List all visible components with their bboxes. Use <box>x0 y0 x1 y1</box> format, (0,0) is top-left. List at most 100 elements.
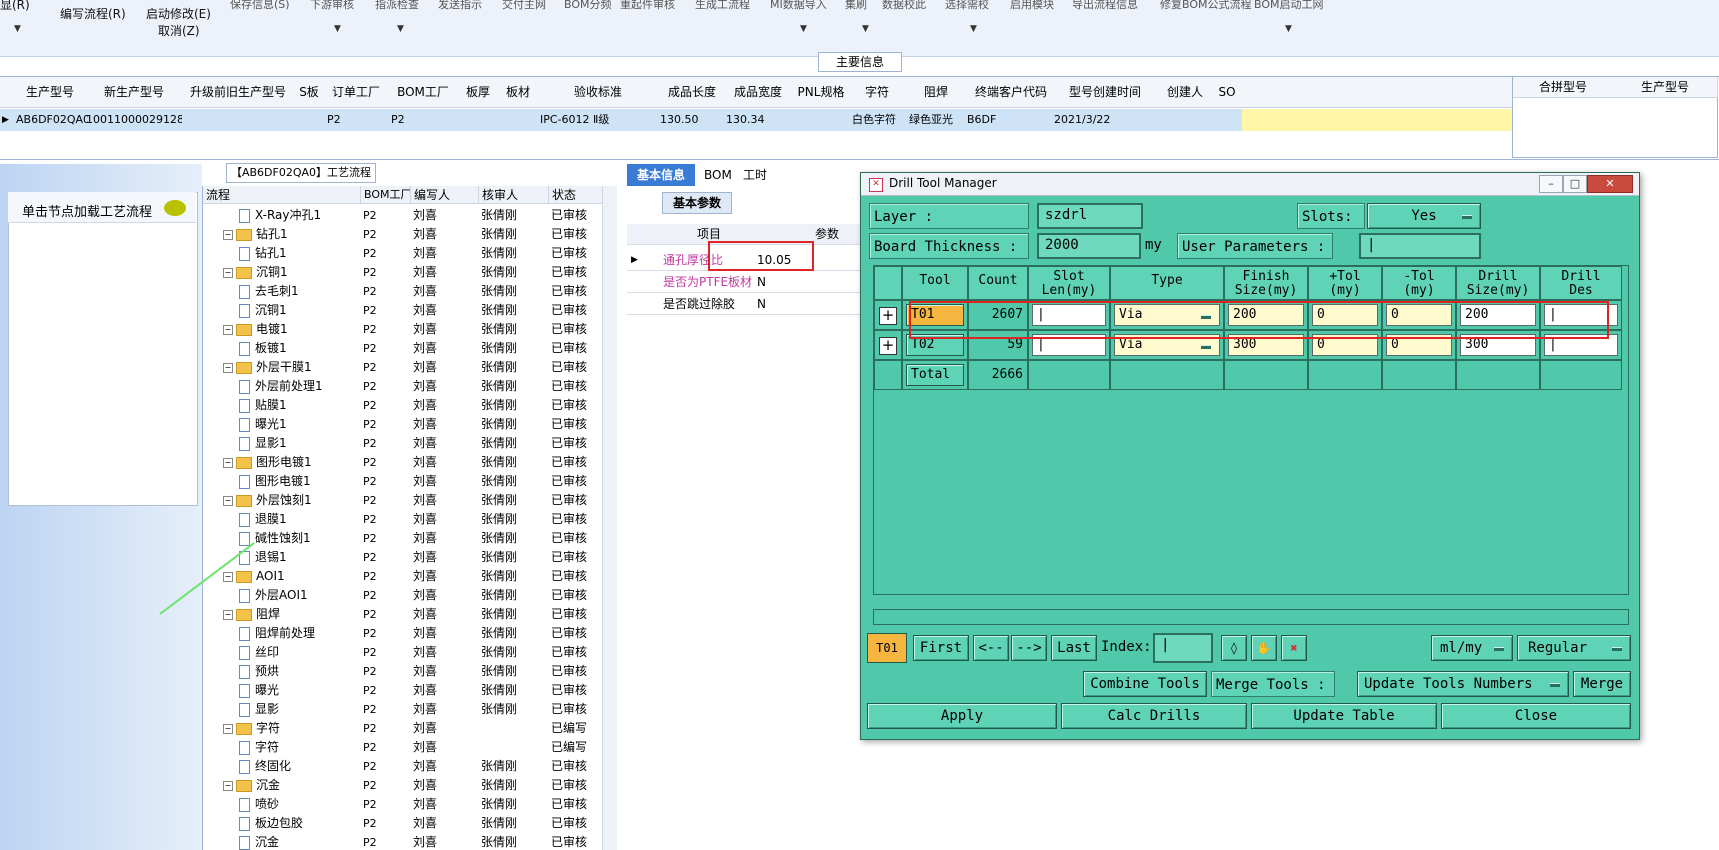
bulb-icon[interactable]: ◊ <box>1221 635 1247 661</box>
tree-row[interactable]: − 沉铜1 P2 刘喜 张倩刚 已审核 <box>203 263 603 282</box>
menu-downstream-review[interactable]: 下游审核 <box>310 0 354 12</box>
menu-send-instruction[interactable]: 发送指示 <box>438 0 482 12</box>
column-header[interactable]: 订单工厂 <box>324 77 389 108</box>
tree-node[interactable]: 去毛刺1 <box>239 282 357 301</box>
tree-node[interactable]: 喷砂 <box>239 795 357 814</box>
cancel-button[interactable]: 取消(Z) <box>158 22 200 39</box>
table-cell[interactable]: AB6DF02QA0 <box>16 109 88 131</box>
tree-node[interactable]: − 阻焊 <box>223 605 357 624</box>
collapse-icon[interactable]: − <box>223 324 233 335</box>
tree-node[interactable]: 钻孔1 <box>239 244 357 263</box>
column-header[interactable]: BOM工厂 <box>388 77 459 108</box>
column-header[interactable]: 生产型号 <box>14 77 87 108</box>
tree-node[interactable]: − 沉铜1 <box>223 263 357 282</box>
tree-row[interactable]: 外层AOI1 P2 刘喜 张倩刚 已审核 <box>203 586 603 605</box>
first-button[interactable]: First <box>913 635 969 661</box>
tree-node[interactable]: − AOI1 <box>223 567 357 586</box>
collapse-icon[interactable]: − <box>223 723 233 734</box>
subtab-basic-params[interactable]: 基本参数 <box>662 192 732 214</box>
tree-row[interactable]: − 字符 P2 刘喜 已编写 <box>203 719 603 738</box>
tree-row[interactable]: 丝印 P2 刘喜 张倩刚 已审核 <box>203 643 603 662</box>
column-header[interactable]: 状态 <box>549 186 605 204</box>
tree-node[interactable]: 显影1 <box>239 434 357 453</box>
tree-node[interactable]: 终固化 <box>239 757 357 776</box>
update-table-button[interactable]: Update Table <box>1251 703 1437 729</box>
tree-node[interactable]: 板镀1 <box>239 339 357 358</box>
close-button[interactable]: Close <box>1441 703 1631 729</box>
column-header[interactable]: 字符 <box>852 77 903 108</box>
tree-node[interactable]: − 钻孔1 <box>223 225 357 244</box>
tree-row[interactable]: 去毛刺1 P2 刘喜 张倩刚 已审核 <box>203 282 603 301</box>
tree-node[interactable]: 板边包胶 <box>239 814 357 833</box>
slots-option[interactable]: Yes <box>1367 203 1481 229</box>
tree-node[interactable]: − 外层干膜1 <box>223 358 357 377</box>
mode-option[interactable]: Regular <box>1517 635 1631 661</box>
column-header[interactable]: 编写人 <box>411 186 479 204</box>
tree-node[interactable]: 阻焊前处理 <box>239 624 357 643</box>
column-header[interactable]: 板厚 <box>458 77 499 108</box>
tree-row[interactable]: 板边包胶 P2 刘喜 张倩刚 已审核 <box>203 814 603 833</box>
column-header[interactable]: PNL规格 <box>790 77 853 108</box>
units-option[interactable]: ml/my <box>1431 635 1513 661</box>
column-header[interactable]: 终端客户代码 <box>970 77 1053 108</box>
user-parameters-field[interactable]: | <box>1359 233 1481 259</box>
column-header[interactable]: 成品长度 <box>658 77 727 108</box>
tree-node[interactable]: − 电镀1 <box>223 320 357 339</box>
tree-row[interactable]: 预烘 P2 刘喜 张倩刚 已审核 <box>203 662 603 681</box>
edit-flow-button[interactable]: 编写流程(R) <box>60 5 126 22</box>
tree-row[interactable]: 碱性蚀刻1 P2 刘喜 张倩刚 已审核 <box>203 529 603 548</box>
table-cell[interactable]: P2 <box>391 109 451 131</box>
tree-node[interactable]: − 外层蚀刻1 <box>223 491 357 510</box>
index-field[interactable]: | <box>1153 633 1213 663</box>
tree-node[interactable]: − 图形电镀1 <box>223 453 357 472</box>
tree-node[interactable]: 沉金 <box>239 833 357 850</box>
tree-row[interactable]: 贴膜1 P2 刘喜 张倩刚 已审核 <box>203 396 603 415</box>
tree-node[interactable]: 退锡1 <box>239 548 357 567</box>
table-cell[interactable]: 2021/3/22 <box>1054 109 1154 131</box>
chevron-down-icon[interactable]: ▼ <box>862 24 869 34</box>
column-header[interactable]: 合拼型号 <box>1513 77 1614 98</box>
plus-icon[interactable]: + <box>879 337 897 355</box>
tree-node[interactable]: 字符 <box>239 738 357 757</box>
chevron-down-icon[interactable]: ▼ <box>14 24 21 34</box>
chevron-down-icon[interactable]: ▼ <box>397 24 404 34</box>
chevron-down-icon[interactable]: ▼ <box>970 24 977 34</box>
close-icon[interactable]: ✕ <box>1587 175 1633 193</box>
tree-row[interactable]: − 阻焊 P2 刘喜 张倩刚 已审核 <box>203 605 603 624</box>
merge-button[interactable]: Merge <box>1573 671 1631 697</box>
tree-row[interactable]: − 外层蚀刻1 P2 刘喜 张倩刚 已审核 <box>203 491 603 510</box>
start-modify-button[interactable]: 启动修改(E) <box>146 5 211 22</box>
tree-row[interactable]: 曝光 P2 刘喜 张倩刚 已审核 <box>203 681 603 700</box>
tree-node[interactable]: 曝光 <box>239 681 357 700</box>
tree-row[interactable]: 沉铜1 P2 刘喜 张倩刚 已审核 <box>203 301 603 320</box>
tree-scrollbar[interactable] <box>602 186 617 850</box>
menu-assign-check[interactable]: 指派检查 <box>375 0 419 12</box>
tree-node[interactable]: 贴膜1 <box>239 396 357 415</box>
tab-hours[interactable]: 工时 <box>743 164 767 186</box>
collapse-icon[interactable]: − <box>223 495 233 506</box>
menu-deliver-main[interactable]: 交付主网 <box>502 0 546 12</box>
tree-node[interactable]: − 字符 <box>223 719 357 738</box>
maximize-icon[interactable]: □ <box>1563 175 1587 193</box>
chevron-down-icon[interactable]: ▼ <box>334 24 341 34</box>
tree-node[interactable]: 图形电镀1 <box>239 472 357 491</box>
menu-mi-import[interactable]: MI数据导入 <box>770 0 827 12</box>
menu-bom-start[interactable]: BOM启动工网 <box>1254 0 1324 12</box>
menu-select-check[interactable]: 选择需校 <box>945 0 989 12</box>
column-header[interactable]: 阻焊 <box>902 77 971 108</box>
delete-icon[interactable]: ✖ <box>1281 635 1307 661</box>
param-value[interactable]: N <box>757 272 766 292</box>
tree-node[interactable]: 外层AOI1 <box>239 586 357 605</box>
tree-node[interactable]: X-Ray冲孔1 <box>239 206 357 225</box>
tree-row[interactable]: − 钻孔1 P2 刘喜 张倩刚 已审核 <box>203 225 603 244</box>
tree-node[interactable]: 沉铜1 <box>239 301 357 320</box>
tree-row[interactable]: 阻焊前处理 P2 刘喜 张倩刚 已审核 <box>203 624 603 643</box>
column-header[interactable]: 型号创建时间 <box>1052 77 1159 108</box>
menu-brush[interactable]: 集刷 <box>845 0 867 12</box>
table-cell[interactable]: 130.50 <box>660 109 724 131</box>
chevron-down-icon[interactable]: ▼ <box>1285 24 1292 34</box>
tree-node[interactable]: 曝光1 <box>239 415 357 434</box>
tree-row[interactable]: 图形电镀1 P2 刘喜 张倩刚 已审核 <box>203 472 603 491</box>
menu-data-check[interactable]: 数据校此 <box>882 0 926 12</box>
tree-row[interactable]: 曝光1 P2 刘喜 张倩刚 已审核 <box>203 415 603 434</box>
